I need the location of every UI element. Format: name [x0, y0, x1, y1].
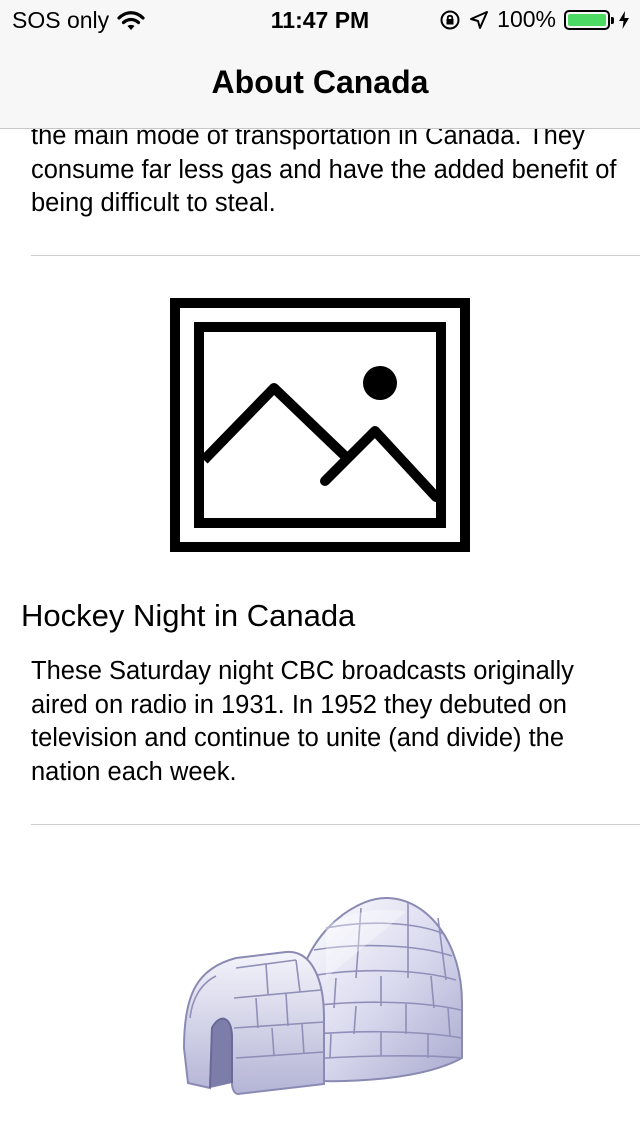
- status-bar: SOS only 11:47 PM 100%: [0, 0, 640, 40]
- igloo-icon[interactable]: [176, 888, 468, 1098]
- battery-icon: [564, 9, 614, 30]
- scroll-content[interactable]: the main mode of transportation in Canad…: [0, 0, 640, 1136]
- battery-percentage: 100%: [497, 6, 556, 32]
- row-divider: [31, 255, 640, 256]
- orientation-lock-icon: [440, 10, 460, 29]
- picture-placeholder-icon[interactable]: [170, 298, 470, 552]
- navigation-header: SOS only 11:47 PM 100% About Canada: [0, 0, 640, 129]
- row-divider: [31, 824, 640, 825]
- item-title: Hockey Night in Canada: [21, 598, 356, 633]
- item-description: These Saturday night CBC broadcasts orig…: [31, 657, 574, 786]
- charging-bolt-icon: [619, 10, 629, 29]
- item-description: the main mode of transportation in Canad…: [31, 122, 617, 217]
- location-arrow-icon: [470, 10, 489, 29]
- page-title: About Canada: [211, 64, 429, 100]
